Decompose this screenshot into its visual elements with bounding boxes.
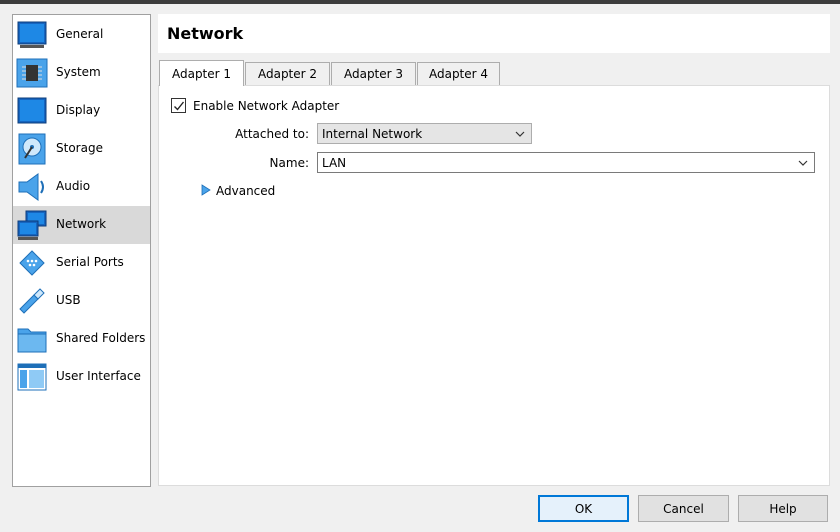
sidebar-item-network[interactable]: Network xyxy=(13,206,150,244)
name-label: Name: xyxy=(269,156,309,170)
tab-adapter-4[interactable]: Adapter 4 xyxy=(417,62,500,85)
chevron-down-icon xyxy=(515,131,525,137)
sidebar-item-label: Network xyxy=(56,217,107,231)
system-icon xyxy=(16,58,48,88)
usb-icon xyxy=(19,288,45,314)
enable-adapter-checkbox[interactable] xyxy=(171,98,186,113)
tab-adapter-3[interactable]: Adapter 3 xyxy=(331,62,416,85)
sidebar-item-serial-ports[interactable]: Serial Ports xyxy=(13,244,150,282)
window-top-border xyxy=(0,0,840,4)
ok-button[interactable]: OK xyxy=(538,495,629,522)
attached-to-value: Internal Network xyxy=(322,126,423,141)
sidebar-item-label: Audio xyxy=(56,179,91,193)
audio-icon xyxy=(18,173,44,201)
sidebar-item-storage[interactable]: Storage xyxy=(13,130,150,168)
tab-adapter-1[interactable]: Adapter 1 xyxy=(159,60,244,86)
user-interface-icon xyxy=(17,363,47,391)
sidebar-item-label: Display xyxy=(56,103,101,117)
serial-port-icon xyxy=(19,250,45,276)
page-header: Network xyxy=(158,14,830,53)
expand-arrow-icon[interactable] xyxy=(201,184,211,196)
attached-to-dropdown[interactable]: Internal Network xyxy=(317,123,532,144)
help-button[interactable]: Help xyxy=(738,495,828,522)
shared-folder-icon xyxy=(17,328,47,353)
advanced-toggle[interactable]: Advanced xyxy=(216,184,275,198)
sidebar-item-user-interface[interactable]: User Interface xyxy=(13,358,150,396)
settings-sidebar: General System Display Storage Audio Net… xyxy=(12,14,151,487)
attached-to-label: Attached to: xyxy=(235,127,309,141)
storage-icon xyxy=(18,133,46,165)
chevron-down-icon xyxy=(798,160,808,166)
sidebar-item-general[interactable]: General xyxy=(13,16,150,54)
sidebar-item-display[interactable]: Display xyxy=(13,92,150,130)
sidebar-item-label: Shared Folders xyxy=(56,331,146,345)
tab-adapter-2[interactable]: Adapter 2 xyxy=(245,62,330,85)
sidebar-item-label: Serial Ports xyxy=(56,255,124,269)
sidebar-item-label: Storage xyxy=(56,141,103,155)
network-icon xyxy=(17,210,47,240)
sidebar-item-label: General xyxy=(56,27,104,41)
cancel-button[interactable]: Cancel xyxy=(638,495,729,522)
display-icon xyxy=(17,97,47,124)
network-name-value: LAN xyxy=(322,155,347,170)
enable-adapter-label[interactable]: Enable Network Adapter xyxy=(193,99,339,113)
page-title: Network xyxy=(167,24,244,43)
network-name-combobox[interactable]: LAN xyxy=(317,152,815,173)
sidebar-item-label: User Interface xyxy=(56,369,141,383)
tab-panel xyxy=(158,85,830,486)
sidebar-item-label: System xyxy=(56,65,101,79)
sidebar-item-shared-folders[interactable]: Shared Folders xyxy=(13,320,150,358)
sidebar-item-system[interactable]: System xyxy=(13,54,150,92)
general-icon xyxy=(17,21,47,48)
sidebar-item-audio[interactable]: Audio xyxy=(13,168,150,206)
sidebar-item-usb[interactable]: USB xyxy=(13,282,150,320)
sidebar-item-label: USB xyxy=(56,293,81,307)
checkmark-icon xyxy=(174,101,185,111)
